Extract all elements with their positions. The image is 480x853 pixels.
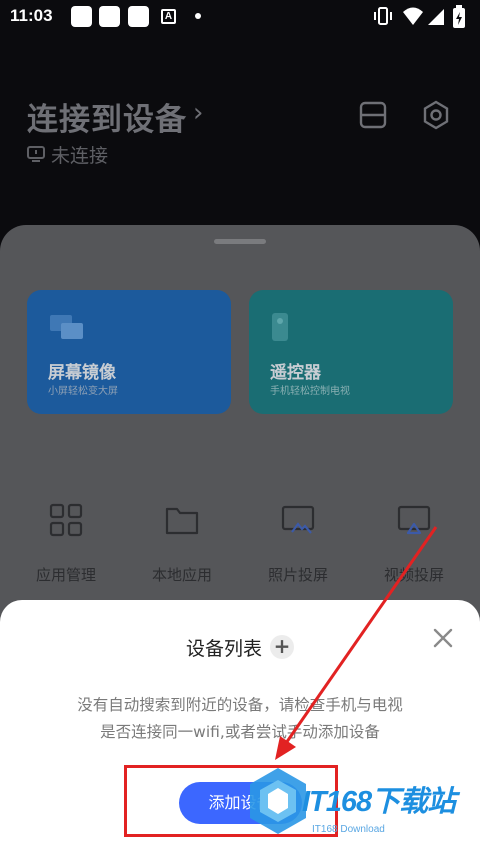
watermark: IT168下载站 IT168 Download [242, 764, 478, 850]
watermark-text: IT168下载站 [302, 786, 456, 818]
watermark-subtext: IT168 Download [312, 824, 385, 835]
annotation-arrow [275, 526, 438, 760]
watermark-logo [250, 768, 306, 834]
